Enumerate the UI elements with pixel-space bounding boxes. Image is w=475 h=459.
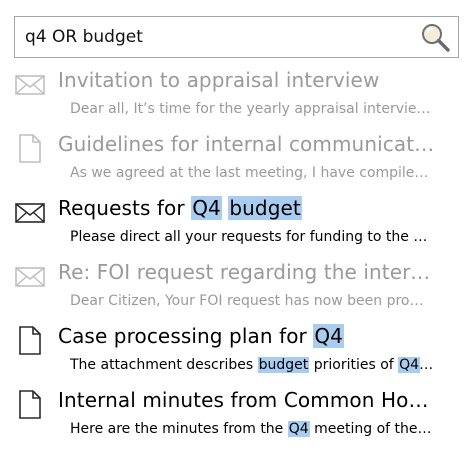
result-snippet: As we agreed at the last meeting, I have…: [70, 165, 434, 181]
search-result-item[interactable]: Internal minutes from Common House… Here…: [0, 384, 475, 444]
search-highlight: budget: [228, 196, 302, 220]
search-result-item[interactable]: Re: FOI request regarding the internat… …: [0, 256, 475, 316]
document-icon: [19, 326, 41, 355]
search-highlight: Q4: [313, 324, 345, 348]
document-icon: [19, 390, 41, 419]
search-icon[interactable]: [420, 22, 452, 54]
result-snippet: The attachment describes budget prioriti…: [70, 357, 434, 373]
mail-icon: [15, 75, 45, 95]
search-highlight: Q4: [191, 196, 222, 220]
result-title: Case processing plan for Q4: [58, 324, 345, 348]
result-snippet: Please direct all your requests for fund…: [70, 229, 434, 245]
result-snippet: Dear Citizen, Your FOI request has now b…: [70, 293, 424, 309]
search-input[interactable]: [25, 25, 415, 49]
search-result-item[interactable]: Requests for Q4 budget Please direct all…: [0, 192, 475, 252]
search-highlight: Q4: [287, 421, 310, 437]
result-title: Invitation to appraisal interview: [58, 68, 380, 92]
result-snippet: Here are the minutes from the Q4 meeting…: [70, 421, 434, 437]
result-snippet: Dear all, It’s time for the yearly appra…: [70, 101, 434, 117]
document-icon: [19, 134, 41, 163]
search-result-item[interactable]: Case processing plan for Q4 The attachme…: [0, 320, 475, 380]
search-result-item[interactable]: Invitation to appraisal interview Dear a…: [0, 64, 475, 124]
search-box[interactable]: [14, 16, 459, 58]
search-highlight: Q4: [398, 357, 421, 373]
result-title: Internal minutes from Common House…: [58, 388, 436, 412]
search-result-item[interactable]: Guidelines for internal communication As…: [0, 128, 475, 188]
search-highlight: budget: [257, 357, 310, 373]
mail-icon: [15, 267, 45, 287]
result-title: Requests for Q4 budget: [58, 196, 302, 220]
result-title: Guidelines for internal communication: [58, 132, 436, 156]
mail-icon: [15, 203, 45, 223]
result-title: Re: FOI request regarding the internat…: [58, 260, 436, 284]
